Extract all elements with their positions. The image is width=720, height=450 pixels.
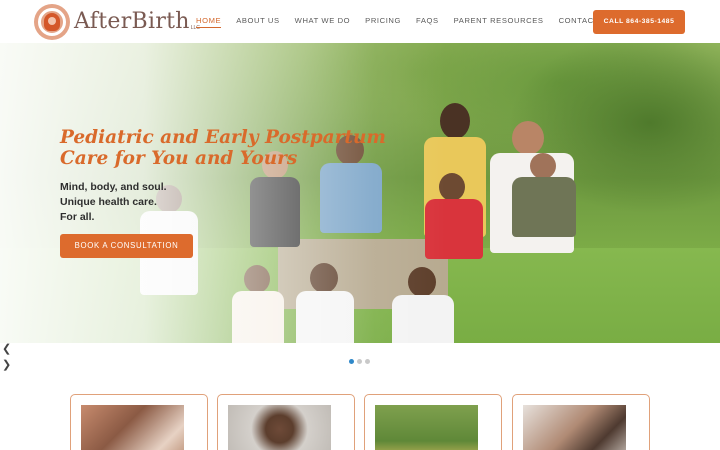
hero-tagline-line: Unique health care. [60,196,157,208]
service-card[interactable] [217,394,355,450]
nav-item-home[interactable]: HOME [196,16,222,28]
logo-icon [34,3,70,40]
slider-dot-1[interactable] [349,359,354,364]
chevron-right-icon[interactable]: ❯ [2,360,11,371]
book-consultation-button[interactable]: BOOK A CONSULTATION [60,234,193,258]
site-logo[interactable]: AfterBirth LLC [34,3,200,40]
slider-dot-3[interactable] [365,359,370,364]
card-image-toddler [228,405,331,450]
chevron-left-icon[interactable]: ❮ [2,344,11,355]
hero-title-line-1: Pediatric and Early Postpartum [60,127,386,148]
brand-name: AfterBirth [74,8,190,34]
nav-item-about-us[interactable]: ABOUT US [236,16,279,28]
service-card[interactable] [512,394,650,450]
site-header: AfterBirth LLC HOME ABOUT US WHAT WE DO … [0,0,720,43]
hero-title-line-2: Care for You and Yours [60,148,298,169]
call-button[interactable]: CALL 864-385-1485 [593,10,685,34]
hero-tagline-line: For all. [60,211,95,223]
hero-title: Pediatric and Early Postpartum Care for … [60,127,386,169]
nav-item-faqs[interactable]: FAQS [416,16,439,28]
service-card[interactable] [70,394,208,450]
slider-dot-2[interactable] [357,359,362,364]
nav-item-parent-resources[interactable]: PARENT RESOURCES [454,16,544,28]
nav-item-what-we-do[interactable]: WHAT WE DO [295,16,351,28]
card-image-family [375,405,478,450]
service-card[interactable] [364,394,502,450]
hero-slider: Pediatric and Early Postpartum Care for … [0,43,720,343]
card-image-mother-baby [523,405,626,450]
hero-tagline-line: Mind, body, and soul. [60,181,167,193]
nav-item-pricing[interactable]: PRICING [365,16,401,28]
slider-pagination [349,359,370,364]
main-nav: HOME ABOUT US WHAT WE DO PRICING FAQS PA… [196,16,599,28]
card-image-mother [81,405,184,450]
hero-tagline: Mind, body, and soul. Unique health care… [60,180,167,225]
